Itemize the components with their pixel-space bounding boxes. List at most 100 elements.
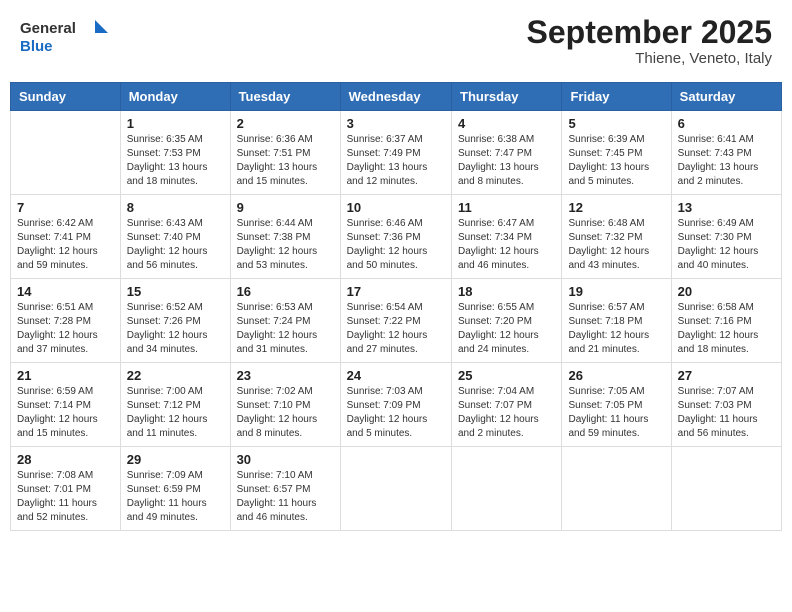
day-info: Sunrise: 6:51 AM Sunset: 7:28 PM Dayligh…: [17, 301, 114, 357]
calendar-cell: [452, 447, 562, 531]
calendar-week-row: 14 Sunrise: 6:51 AM Sunset: 7:28 PM Dayli…: [11, 279, 782, 363]
month-title: September 2025: [527, 15, 772, 50]
day-number: 20: [678, 284, 775, 299]
calendar-cell: 11 Sunrise: 6:47 AM Sunset: 7:34 PM Dayli…: [452, 195, 562, 279]
calendar-cell: 23Sunrise: 7:02 AM Sunset: 7:10 PM Dayli…: [230, 363, 340, 447]
day-info: Sunrise: 6:41 AM Sunset: 7:43 PM Dayligh…: [678, 133, 775, 189]
day-info: Sunrise: 6:43 AM Sunset: 7:40 PM Dayligh…: [127, 217, 224, 273]
day-info: Sunrise: 6:36 AM Sunset: 7:51 PM Dayligh…: [237, 133, 334, 189]
weekday-header-tuesday: Tuesday: [230, 83, 340, 111]
day-info: Sunrise: 6:52 AM Sunset: 7:26 PM Dayligh…: [127, 301, 224, 357]
calendar-cell: 17 Sunrise: 6:54 AM Sunset: 7:22 PM Dayli…: [340, 279, 451, 363]
day-info: Sunrise: 7:08 AM Sunset: 7:01 PM Dayligh…: [17, 469, 114, 525]
weekday-header-thursday: Thursday: [452, 83, 562, 111]
calendar-cell: 14 Sunrise: 6:51 AM Sunset: 7:28 PM Dayli…: [11, 279, 121, 363]
day-info: Sunrise: 6:39 AM Sunset: 7:45 PM Dayligh…: [568, 133, 664, 189]
day-number: 10: [347, 200, 445, 215]
day-number: 24: [347, 368, 445, 383]
calendar-week-row: 28 Sunrise: 7:08 AM Sunset: 7:01 PM Dayli…: [11, 447, 782, 531]
calendar-cell: [340, 447, 451, 531]
day-info: Sunrise: 6:53 AM Sunset: 7:24 PM Dayligh…: [237, 301, 334, 357]
day-number: 29: [127, 452, 224, 467]
calendar-cell: 28 Sunrise: 7:08 AM Sunset: 7:01 PM Dayli…: [11, 447, 121, 531]
day-info: Sunrise: 6:47 AM Sunset: 7:34 PM Dayligh…: [458, 217, 555, 273]
calendar-cell: 1 Sunrise: 6:35 AM Sunset: 7:53 PM Daylig…: [120, 111, 230, 195]
weekday-header-saturday: Saturday: [671, 83, 781, 111]
day-number: 14: [17, 284, 114, 299]
calendar-cell: [11, 111, 121, 195]
day-number: 28: [17, 452, 114, 467]
day-number: 13: [678, 200, 775, 215]
weekday-header-monday: Monday: [120, 83, 230, 111]
day-info: Sunrise: 6:59 AM Sunset: 7:14 PM Dayligh…: [17, 385, 114, 441]
calendar-week-row: 7 Sunrise: 6:42 AM Sunset: 7:41 PM Daylig…: [11, 195, 782, 279]
calendar-cell: 24 Sunrise: 7:03 AM Sunset: 7:09 PM Dayli…: [340, 363, 451, 447]
day-info: Sunrise: 6:54 AM Sunset: 7:22 PM Dayligh…: [347, 301, 445, 357]
day-info: Sunrise: 6:44 AM Sunset: 7:38 PM Dayligh…: [237, 217, 334, 273]
calendar-cell: 3Sunrise: 6:37 AM Sunset: 7:49 PM Daylig…: [340, 111, 451, 195]
calendar-table: SundayMondayTuesdayWednesdayThursdayFrid…: [10, 82, 782, 531]
day-info: Sunrise: 6:49 AM Sunset: 7:30 PM Dayligh…: [678, 217, 775, 273]
svg-text:Blue: Blue: [20, 38, 53, 55]
calendar-week-row: 1 Sunrise: 6:35 AM Sunset: 7:53 PM Daylig…: [11, 111, 782, 195]
day-number: 19: [568, 284, 664, 299]
calendar-week-row: 21 Sunrise: 6:59 AM Sunset: 7:14 PM Dayli…: [11, 363, 782, 447]
day-number: 30: [237, 452, 334, 467]
calendar-cell: 25 Sunrise: 7:04 AM Sunset: 7:07 PM Dayli…: [452, 363, 562, 447]
weekday-header-friday: Friday: [562, 83, 671, 111]
calendar-cell: 10 Sunrise: 6:46 AM Sunset: 7:36 PM Dayli…: [340, 195, 451, 279]
day-number: 15: [127, 284, 224, 299]
day-number: 7: [17, 200, 114, 215]
day-info: Sunrise: 7:05 AM Sunset: 7:05 PM Dayligh…: [568, 385, 664, 441]
weekday-header-row: SundayMondayTuesdayWednesdayThursdayFrid…: [11, 83, 782, 111]
day-info: Sunrise: 7:02 AM Sunset: 7:10 PM Dayligh…: [237, 385, 334, 441]
day-info: Sunrise: 6:48 AM Sunset: 7:32 PM Dayligh…: [568, 217, 664, 273]
weekday-header-sunday: Sunday: [11, 83, 121, 111]
day-number: 27: [678, 368, 775, 383]
calendar-cell: 2Sunrise: 6:36 AM Sunset: 7:51 PM Daylig…: [230, 111, 340, 195]
calendar-cell: 15 Sunrise: 6:52 AM Sunset: 7:26 PM Dayli…: [120, 279, 230, 363]
weekday-header-wednesday: Wednesday: [340, 83, 451, 111]
day-number: 1: [127, 116, 224, 131]
day-number: 16: [237, 284, 334, 299]
day-info: Sunrise: 7:04 AM Sunset: 7:07 PM Dayligh…: [458, 385, 555, 441]
calendar-cell: 30 Sunrise: 7:10 AM Sunset: 6:57 PM Dayli…: [230, 447, 340, 531]
calendar-cell: 13 Sunrise: 6:49 AM Sunset: 7:30 PM Dayli…: [671, 195, 781, 279]
day-number: 6: [678, 116, 775, 131]
day-number: 26: [568, 368, 664, 383]
calendar-cell: 22 Sunrise: 7:00 AM Sunset: 7:12 PM Dayli…: [120, 363, 230, 447]
day-number: 17: [347, 284, 445, 299]
day-info: Sunrise: 6:37 AM Sunset: 7:49 PM Dayligh…: [347, 133, 445, 189]
day-info: Sunrise: 6:58 AM Sunset: 7:16 PM Dayligh…: [678, 301, 775, 357]
day-number: 21: [17, 368, 114, 383]
page-header: General Blue September 2025 Thiene, Vene…: [10, 10, 782, 72]
calendar-cell: 26 Sunrise: 7:05 AM Sunset: 7:05 PM Dayli…: [562, 363, 671, 447]
day-number: 12: [568, 200, 664, 215]
logo: General Blue: [20, 15, 110, 60]
day-info: Sunrise: 7:10 AM Sunset: 6:57 PM Dayligh…: [237, 469, 334, 525]
day-info: Sunrise: 6:46 AM Sunset: 7:36 PM Dayligh…: [347, 217, 445, 273]
day-info: Sunrise: 6:42 AM Sunset: 7:41 PM Dayligh…: [17, 217, 114, 273]
svg-text:General: General: [20, 20, 76, 37]
day-info: Sunrise: 7:00 AM Sunset: 7:12 PM Dayligh…: [127, 385, 224, 441]
day-number: 5: [568, 116, 664, 131]
day-number: 22: [127, 368, 224, 383]
day-number: 8: [127, 200, 224, 215]
day-info: Sunrise: 6:57 AM Sunset: 7:18 PM Dayligh…: [568, 301, 664, 357]
calendar-cell: [671, 447, 781, 531]
day-info: Sunrise: 6:55 AM Sunset: 7:20 PM Dayligh…: [458, 301, 555, 357]
day-info: Sunrise: 6:38 AM Sunset: 7:47 PM Dayligh…: [458, 133, 555, 189]
day-info: Sunrise: 6:35 AM Sunset: 7:53 PM Dayligh…: [127, 133, 224, 189]
calendar-cell: 27Sunrise: 7:07 AM Sunset: 7:03 PM Dayli…: [671, 363, 781, 447]
day-number: 4: [458, 116, 555, 131]
calendar-cell: 12 Sunrise: 6:48 AM Sunset: 7:32 PM Dayli…: [562, 195, 671, 279]
day-number: 11: [458, 200, 555, 215]
day-info: Sunrise: 7:03 AM Sunset: 7:09 PM Dayligh…: [347, 385, 445, 441]
day-number: 18: [458, 284, 555, 299]
calendar-cell: 7 Sunrise: 6:42 AM Sunset: 7:41 PM Daylig…: [11, 195, 121, 279]
calendar-cell: 9Sunrise: 6:44 AM Sunset: 7:38 PM Daylig…: [230, 195, 340, 279]
calendar-cell: 5 Sunrise: 6:39 AM Sunset: 7:45 PM Daylig…: [562, 111, 671, 195]
location-subtitle: Thiene, Veneto, Italy: [527, 50, 772, 67]
calendar-cell: 18 Sunrise: 6:55 AM Sunset: 7:20 PM Dayli…: [452, 279, 562, 363]
day-number: 25: [458, 368, 555, 383]
